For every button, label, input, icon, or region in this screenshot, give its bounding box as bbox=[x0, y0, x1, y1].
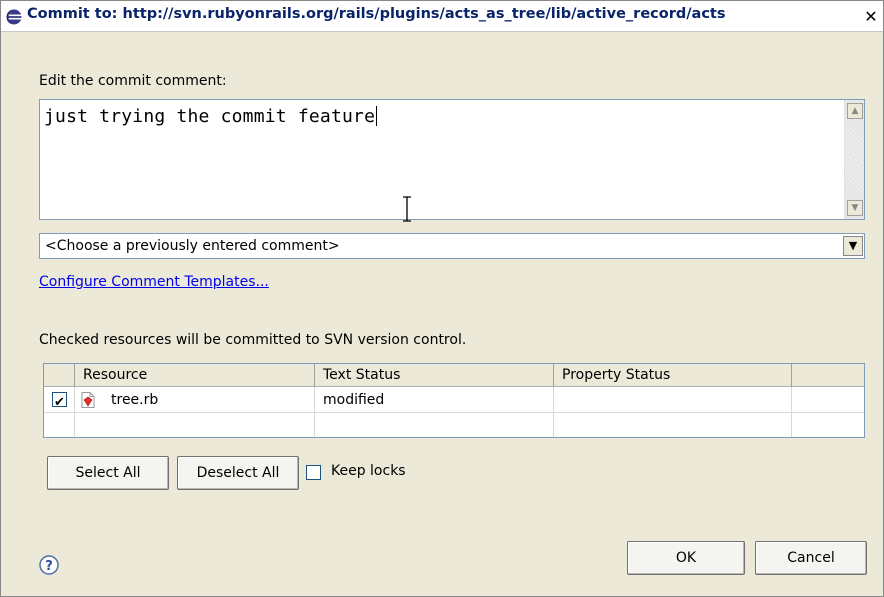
ruby-file-icon bbox=[81, 392, 95, 408]
column-header-resource[interactable]: Resource bbox=[75, 364, 315, 387]
column-header-check[interactable] bbox=[44, 364, 75, 387]
cancel-button[interactable]: Cancel bbox=[755, 541, 867, 575]
column-header-property-status[interactable]: Property Status bbox=[554, 364, 792, 387]
resource-property-status bbox=[554, 387, 792, 413]
text-caret bbox=[376, 106, 378, 126]
ok-button[interactable]: OK bbox=[627, 541, 745, 575]
resources-table: Resource Text Status Property Status ✔ t… bbox=[43, 363, 865, 438]
configure-templates-link[interactable]: Configure Comment Templates... bbox=[39, 274, 269, 290]
scroll-up-button[interactable]: ▲ bbox=[847, 103, 863, 119]
table-row-empty bbox=[44, 413, 864, 437]
close-button[interactable]: ✕ bbox=[861, 7, 881, 27]
commit-comment-textarea[interactable]: just trying the commit feature ▲ ▼ bbox=[39, 99, 865, 220]
comment-label: Edit the commit comment: bbox=[39, 73, 227, 89]
table-row[interactable]: ✔ tree.rb modified bbox=[44, 387, 864, 413]
eclipse-icon bbox=[6, 9, 22, 25]
column-header-text-status[interactable]: Text Status bbox=[315, 364, 554, 387]
scroll-down-button[interactable]: ▼ bbox=[847, 200, 863, 216]
resource-name: tree.rb bbox=[111, 392, 159, 408]
column-header-extra[interactable] bbox=[792, 364, 864, 387]
previous-comments-selected: <Choose a previously entered comment> bbox=[45, 238, 340, 254]
window-title: Commit to: http://svn.rubyonrails.org/ra… bbox=[27, 6, 726, 22]
previous-comments-dropdown[interactable]: <Choose a previously entered comment> ▼ bbox=[39, 233, 865, 259]
resource-checkbox[interactable]: ✔ bbox=[52, 392, 67, 410]
commit-comment-text: just trying the commit feature bbox=[44, 106, 376, 127]
help-icon[interactable]: ? bbox=[39, 555, 59, 575]
ibeam-cursor-icon bbox=[403, 196, 411, 222]
table-header: Resource Text Status Property Status bbox=[44, 364, 864, 387]
close-icon: ✕ bbox=[864, 7, 878, 26]
comment-scrollbar[interactable]: ▲ ▼ bbox=[844, 100, 864, 219]
svg-text:?: ? bbox=[45, 559, 53, 574]
commit-dialog: Commit to: http://svn.rubyonrails.org/ra… bbox=[0, 0, 884, 597]
select-all-button[interactable]: Select All bbox=[47, 456, 169, 490]
keep-locks-checkbox[interactable] bbox=[306, 465, 321, 480]
dropdown-arrow-icon[interactable]: ▼ bbox=[843, 236, 863, 256]
resources-description: Checked resources will be committed to S… bbox=[39, 332, 467, 348]
keep-locks-label: Keep locks bbox=[331, 463, 406, 479]
deselect-all-button[interactable]: Deselect All bbox=[177, 456, 299, 490]
resource-text-status: modified bbox=[315, 387, 554, 413]
title-bar[interactable]: Commit to: http://svn.rubyonrails.org/ra… bbox=[1, 1, 883, 32]
